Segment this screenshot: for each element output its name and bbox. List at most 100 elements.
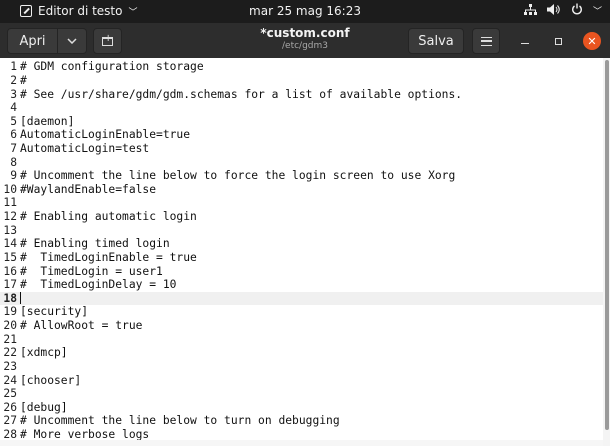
line-text[interactable]: # Enabling automatic login	[18, 210, 197, 223]
app-menu[interactable]: Editor di testo ﹀	[20, 4, 138, 18]
text-editor-icon	[20, 5, 32, 17]
line-text[interactable]: #	[18, 74, 27, 87]
save-button-label: Salva	[418, 33, 454, 49]
editor-line[interactable]: 20 # AllowRoot = true	[0, 319, 603, 333]
power-icon[interactable]	[571, 3, 583, 18]
line-text[interactable]: # GDM configuration storage	[18, 60, 204, 73]
editor-line[interactable]: 13	[0, 223, 603, 237]
status-bar	[0, 440, 603, 446]
line-number: 14	[3, 237, 17, 251]
network-icon[interactable]	[523, 3, 537, 18]
editor-line[interactable]: 24 [chooser]	[0, 373, 603, 387]
line-number: 10	[3, 182, 17, 196]
editor-line[interactable]: 7 AutomaticLogin=test	[0, 142, 603, 156]
editor-line[interactable]: 2 #	[0, 74, 603, 88]
line-text[interactable]: # Uncomment the line below to force the …	[18, 169, 455, 182]
vertical-scrollbar[interactable]	[603, 58, 610, 446]
editor-line[interactable]: 14 # Enabling timed login	[0, 237, 603, 251]
minimize-button[interactable]	[516, 32, 534, 50]
editor-line[interactable]: 16 # TimedLogin = user1	[0, 264, 603, 278]
text-editor-area[interactable]: 1 # GDM configuration storage 2 #3 # See /us…	[0, 58, 603, 446]
line-number: 12	[3, 210, 17, 224]
editor-line[interactable]: 22 [xdmcp]	[0, 346, 603, 360]
new-tab-icon	[102, 33, 113, 46]
editor-line[interactable]: 19 [security]	[0, 305, 603, 319]
editor-line[interactable]: 23	[0, 360, 603, 374]
line-number: 11	[3, 196, 17, 210]
editor-line[interactable]: 4	[0, 101, 603, 115]
line-number: 13	[3, 223, 17, 237]
line-number: 8	[10, 155, 17, 169]
line-text[interactable]: [debug]	[18, 401, 68, 414]
editor-line[interactable]: 5 [daemon]	[0, 114, 603, 128]
main-menu-button[interactable]	[472, 28, 500, 54]
hamburger-icon	[480, 36, 492, 46]
scrollbar-thumb[interactable]	[605, 60, 609, 430]
line-number: 27	[3, 414, 17, 428]
line-text[interactable]: [security]	[18, 305, 88, 318]
editor-line[interactable]: 6 AutomaticLoginEnable=true	[0, 128, 603, 142]
clock-label[interactable]: mar 25 mag 16:23	[249, 4, 361, 18]
line-text[interactable]: #WaylandEnable=false	[18, 183, 156, 196]
editor-line[interactable]: 18	[0, 291, 603, 306]
open-button-label: Apri	[19, 33, 46, 49]
line-number: 18	[3, 291, 17, 305]
editor-line[interactable]: 11	[0, 196, 603, 210]
line-text[interactable]: # Uncomment the line below to turn on de…	[18, 414, 340, 427]
editor-line[interactable]: 3 # See /usr/share/gdm/gdm.schemas for a …	[0, 87, 603, 101]
editor-line[interactable]: 9 # Uncomment the line below to force the…	[0, 169, 603, 183]
editor-line[interactable]: 8	[0, 155, 603, 169]
editor-line[interactable]: 17 # TimedLoginDelay = 10	[0, 278, 603, 292]
line-number: 22	[3, 346, 17, 360]
save-button[interactable]: Salva	[408, 28, 464, 54]
line-text[interactable]: AutomaticLogin=test	[18, 142, 149, 155]
header-bar: Apri *custom.conf /etc/gdm3 Salva ✕	[0, 23, 610, 58]
text-cursor	[20, 292, 21, 305]
close-icon: ✕	[587, 34, 597, 48]
line-number: 5	[10, 114, 17, 128]
maximize-button[interactable]	[549, 32, 567, 50]
chevron-down-icon	[67, 38, 77, 44]
close-button[interactable]: ✕	[583, 32, 601, 50]
editor-line[interactable]: 10 #WaylandEnable=false	[0, 183, 603, 197]
line-number: 21	[3, 332, 17, 346]
line-number: 20	[3, 319, 17, 333]
line-number: 26	[3, 400, 17, 414]
line-number: 7	[10, 142, 17, 156]
line-text[interactable]: # See /usr/share/gdm/gdm.schemas for a l…	[18, 88, 462, 101]
chevron-down-icon[interactable]: ﹀	[593, 4, 602, 17]
maximize-icon	[554, 37, 562, 45]
line-text[interactable]: # Enabling timed login	[18, 237, 170, 250]
line-text[interactable]: [daemon]	[18, 115, 74, 128]
chevron-down-icon: ﹀	[128, 7, 138, 18]
line-number: 19	[3, 305, 17, 319]
open-recent-dropdown[interactable]	[58, 28, 87, 54]
open-button[interactable]: Apri	[7, 28, 58, 54]
volume-icon[interactable]	[546, 3, 561, 18]
line-text[interactable]: # AllowRoot = true	[18, 319, 142, 332]
line-text[interactable]: AutomaticLoginEnable=true	[18, 128, 190, 141]
line-number: 23	[3, 359, 17, 373]
editor-line[interactable]: 1 # GDM configuration storage	[0, 60, 603, 74]
editor-line[interactable]: 21	[0, 332, 603, 346]
editor-line[interactable]: 15 # TimedLoginEnable = true	[0, 251, 603, 265]
line-number: 15	[3, 250, 17, 264]
minimize-icon	[521, 42, 529, 45]
line-number: 25	[3, 387, 17, 401]
line-number: 16	[3, 264, 17, 278]
editor-line[interactable]: 27 # Uncomment the line below to turn on …	[0, 414, 603, 428]
system-tray[interactable]: ﹀	[523, 3, 602, 18]
line-number: 3	[10, 87, 17, 101]
editor-line[interactable]: 26 [debug]	[0, 401, 603, 415]
line-text[interactable]: [chooser]	[18, 374, 81, 387]
editor-line[interactable]: 12 # Enabling automatic login	[0, 210, 603, 224]
line-number: 24	[3, 373, 17, 387]
app-menu-label: Editor di testo	[38, 4, 123, 18]
line-text[interactable]: # TimedLogin = user1	[18, 265, 163, 278]
editor-line[interactable]: 25	[0, 387, 603, 401]
line-text[interactable]: # TimedLoginEnable = true	[18, 251, 197, 264]
line-text[interactable]: # TimedLoginDelay = 10	[18, 278, 176, 291]
system-top-bar: Editor di testo ﹀ mar 25 mag 16:23 ﹀	[0, 0, 610, 23]
new-tab-button[interactable]	[93, 28, 122, 54]
line-text[interactable]: [xdmcp]	[18, 346, 68, 359]
